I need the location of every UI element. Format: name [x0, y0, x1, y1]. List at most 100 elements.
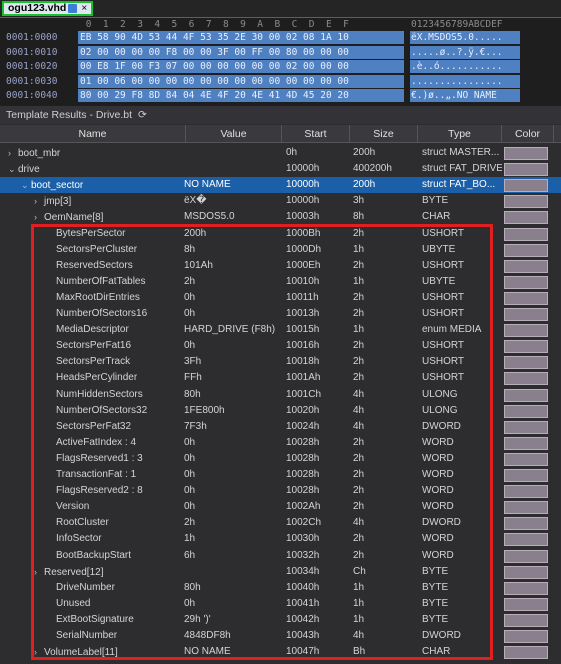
- column-header-value[interactable]: Value: [186, 125, 282, 143]
- column-header-color[interactable]: Color: [502, 125, 554, 143]
- hex-ascii[interactable]: ................: [410, 74, 520, 88]
- row-color-swatch[interactable]: [504, 372, 548, 386]
- row-color-swatch[interactable]: [504, 324, 548, 338]
- row-color-swatch[interactable]: [504, 581, 548, 595]
- row-color-swatch[interactable]: [504, 630, 548, 643]
- tree-row[interactable]: InfoSector 1h 10030h 2h WORD: [0, 531, 561, 547]
- row-color-swatch[interactable]: [504, 533, 548, 547]
- tree-row[interactable]: RootCluster 2h 1002Ch 4h DWORD: [0, 515, 561, 531]
- column-header-start[interactable]: Start: [282, 125, 350, 143]
- column-header-type[interactable]: Type: [418, 125, 502, 143]
- row-color-swatch[interactable]: [504, 452, 548, 466]
- row-color-swatch[interactable]: [504, 597, 548, 611]
- tree-row[interactable]: MaxRootDirEntries 0h 10011h 2h USHORT: [0, 290, 561, 306]
- tree-row[interactable]: FlagsReserved1 : 3 0h 10028h 2h WORD: [0, 451, 561, 467]
- row-color-swatch[interactable]: [504, 259, 548, 273]
- hex-ascii[interactable]: €.)ø..„.NO NAME: [410, 89, 520, 102]
- tree-row[interactable]: › jmp[3] ëX� 10000h 3h BYTE: [0, 193, 561, 209]
- hex-ascii[interactable]: .....ø..?.ÿ.€...: [410, 45, 520, 59]
- hex-ascii[interactable]: ëX.MSDOS5.0.....: [410, 31, 520, 44]
- row-color-swatch[interactable]: [504, 243, 548, 257]
- column-header-size[interactable]: Size: [350, 125, 418, 143]
- hex-bytes[interactable]: EB 58 90 4D 53 44 4F 53 35 2E 30 00 02 0…: [78, 31, 404, 44]
- hex-bytes[interactable]: 02 00 00 00 00 F8 00 00 3F 00 FF 00 80 0…: [78, 45, 404, 59]
- tree-row[interactable]: Unused 0h 10041h 1h BYTE: [0, 596, 561, 612]
- tree-row[interactable]: TransactionFat : 1 0h 10028h 2h WORD: [0, 467, 561, 483]
- row-color-swatch[interactable]: [504, 613, 548, 627]
- tree-row[interactable]: SectorsPerTrack 3Fh 10018h 2h USHORT: [0, 354, 561, 370]
- row-color-swatch[interactable]: [504, 195, 548, 209]
- tree-row[interactable]: › VolumeLabel[11] NO NAME 10047h Bh CHAR: [0, 644, 561, 660]
- row-color-swatch[interactable]: [504, 436, 548, 450]
- row-color-swatch[interactable]: [504, 227, 548, 241]
- row-type: UBYTE: [422, 243, 456, 255]
- chevron-right-icon[interactable]: ›: [34, 209, 44, 225]
- close-tab-icon[interactable]: ×: [81, 3, 87, 14]
- hex-bytes[interactable]: 00 E8 1F 00 F3 07 00 00 00 00 00 00 02 0…: [78, 60, 404, 73]
- tree-row[interactable]: SectorsPerFat16 0h 10016h 2h USHORT: [0, 338, 561, 354]
- hex-row[interactable]: 0001:0040 80 00 29 F8 8D 84 04 4E 4F 20 4…: [0, 89, 561, 102]
- tree-row[interactable]: BootBackupStart 6h 10032h 2h WORD: [0, 548, 561, 564]
- file-tab[interactable]: ogu123.vhd ×: [2, 1, 94, 16]
- chevron-right-icon[interactable]: ›: [8, 145, 18, 161]
- tree-row[interactable]: ExtBootSignature 29h ')' 10042h 1h BYTE: [0, 612, 561, 628]
- tree-row[interactable]: FlagsReserved2 : 8 0h 10028h 2h WORD: [0, 483, 561, 499]
- row-color-swatch[interactable]: [504, 646, 548, 660]
- row-name: ActiveFatIndex : 4: [46, 435, 182, 451]
- tree-row[interactable]: › Reserved[12] 10034h Ch BYTE: [0, 564, 561, 580]
- tree-row[interactable]: HeadsPerCylinder FFh 1001Ah 2h USHORT: [0, 370, 561, 386]
- tree-row[interactable]: › boot_mbr 0h 200h struct MASTER...: [0, 145, 561, 161]
- hex-row[interactable]: 0001:0030 01 00 06 00 00 00 00 00 00 00 0…: [0, 74, 561, 88]
- tree-row[interactable]: DriveNumber 80h 10040h 1h BYTE: [0, 580, 561, 596]
- tree-row[interactable]: Version 0h 1002Ah 2h WORD: [0, 499, 561, 515]
- hex-row[interactable]: 0001:0010 02 00 00 00 00 F8 00 00 3F 00 F…: [0, 45, 561, 59]
- tree-row[interactable]: BytesPerSector 200h 1000Bh 2h USHORT: [0, 226, 561, 242]
- row-color-swatch[interactable]: [504, 147, 548, 160]
- row-color-swatch[interactable]: [504, 501, 548, 515]
- row-color-swatch[interactable]: [504, 275, 548, 289]
- hex-ascii[interactable]: .è..ó...........: [410, 60, 520, 73]
- row-color-swatch[interactable]: [504, 211, 548, 225]
- row-color-swatch[interactable]: [504, 179, 548, 193]
- hex-row[interactable]: 0001:0020 00 E8 1F 00 F3 07 00 00 00 00 0…: [0, 60, 561, 73]
- tree-row[interactable]: SectorsPerCluster 8h 1000Dh 1h UBYTE: [0, 242, 561, 258]
- tree-row[interactable]: NumHiddenSectors 80h 1001Ch 4h ULONG: [0, 387, 561, 403]
- tree-row[interactable]: ⌄ drive 10000h 400200h struct FAT_DRIVE: [0, 161, 561, 177]
- row-color-swatch[interactable]: [504, 420, 548, 434]
- row-color-swatch[interactable]: [504, 308, 548, 321]
- refresh-icon[interactable]: ⟳: [138, 109, 147, 121]
- tree-row[interactable]: ReservedSectors 101Ah 1000Eh 2h USHORT: [0, 258, 561, 274]
- tree-row[interactable]: SerialNumber 4848DF8h 10043h 4h DWORD: [0, 628, 561, 644]
- row-color-swatch[interactable]: [504, 163, 548, 177]
- row-color-swatch[interactable]: [504, 517, 548, 531]
- tree-row[interactable]: NumberOfSectors32 1FE800h 10020h 4h ULONG: [0, 403, 561, 419]
- chevron-right-icon[interactable]: ›: [34, 193, 44, 209]
- tree-row[interactable]: MediaDescriptor HARD_DRIVE (F8h) 10015h 1h e…: [0, 322, 561, 338]
- tree-row[interactable]: ActiveFatIndex : 4 0h 10028h 2h WORD: [0, 435, 561, 451]
- row-color-swatch[interactable]: [504, 565, 548, 579]
- row-color-swatch[interactable]: [504, 469, 548, 482]
- column-header-name[interactable]: Name: [0, 125, 186, 143]
- tree-row[interactable]: NumberOfSectors16 0h 10013h 2h USHORT: [0, 306, 561, 322]
- row-color-swatch[interactable]: [504, 340, 548, 354]
- row-color-swatch[interactable]: [504, 291, 548, 305]
- tree-row[interactable]: ⌄ boot_sector NO NAME 10000h 200h struct FAT_…: [0, 177, 561, 194]
- tree-row[interactable]: SectorsPerFat32 7F3h 10024h 4h DWORD: [0, 419, 561, 435]
- row-value: 3Fh: [184, 356, 202, 368]
- hex-editor[interactable]: 0 1 2 3 4 5 6 7 8 9 A B C D E F 01234567…: [0, 18, 561, 106]
- row-color-swatch[interactable]: [504, 404, 548, 418]
- chevron-right-icon[interactable]: ›: [34, 564, 44, 580]
- chevron-down-icon[interactable]: ⌄: [21, 177, 31, 193]
- hex-bytes[interactable]: 80 00 29 F8 8D 84 04 4E 4F 20 4E 41 4D 4…: [78, 89, 404, 102]
- hex-row[interactable]: 0001:0000 EB 58 90 4D 53 44 4F 53 35 2E 3…: [0, 31, 561, 44]
- chevron-down-icon[interactable]: ⌄: [8, 161, 18, 177]
- chevron-right-icon[interactable]: ›: [34, 644, 44, 660]
- row-color-swatch[interactable]: [504, 388, 548, 402]
- tree-row[interactable]: NumberOfFatTables 2h 10010h 1h UBYTE: [0, 274, 561, 290]
- row-color-swatch[interactable]: [504, 485, 548, 499]
- tree-row[interactable]: › OemName[8] MSDOS5.0 10003h 8h CHAR: [0, 209, 561, 225]
- row-color-swatch[interactable]: [504, 549, 548, 563]
- row-color-swatch[interactable]: [504, 356, 548, 370]
- row-start: 10034h: [286, 565, 320, 577]
- hex-bytes[interactable]: 01 00 06 00 00 00 00 00 00 00 00 00 00 0…: [78, 74, 404, 88]
